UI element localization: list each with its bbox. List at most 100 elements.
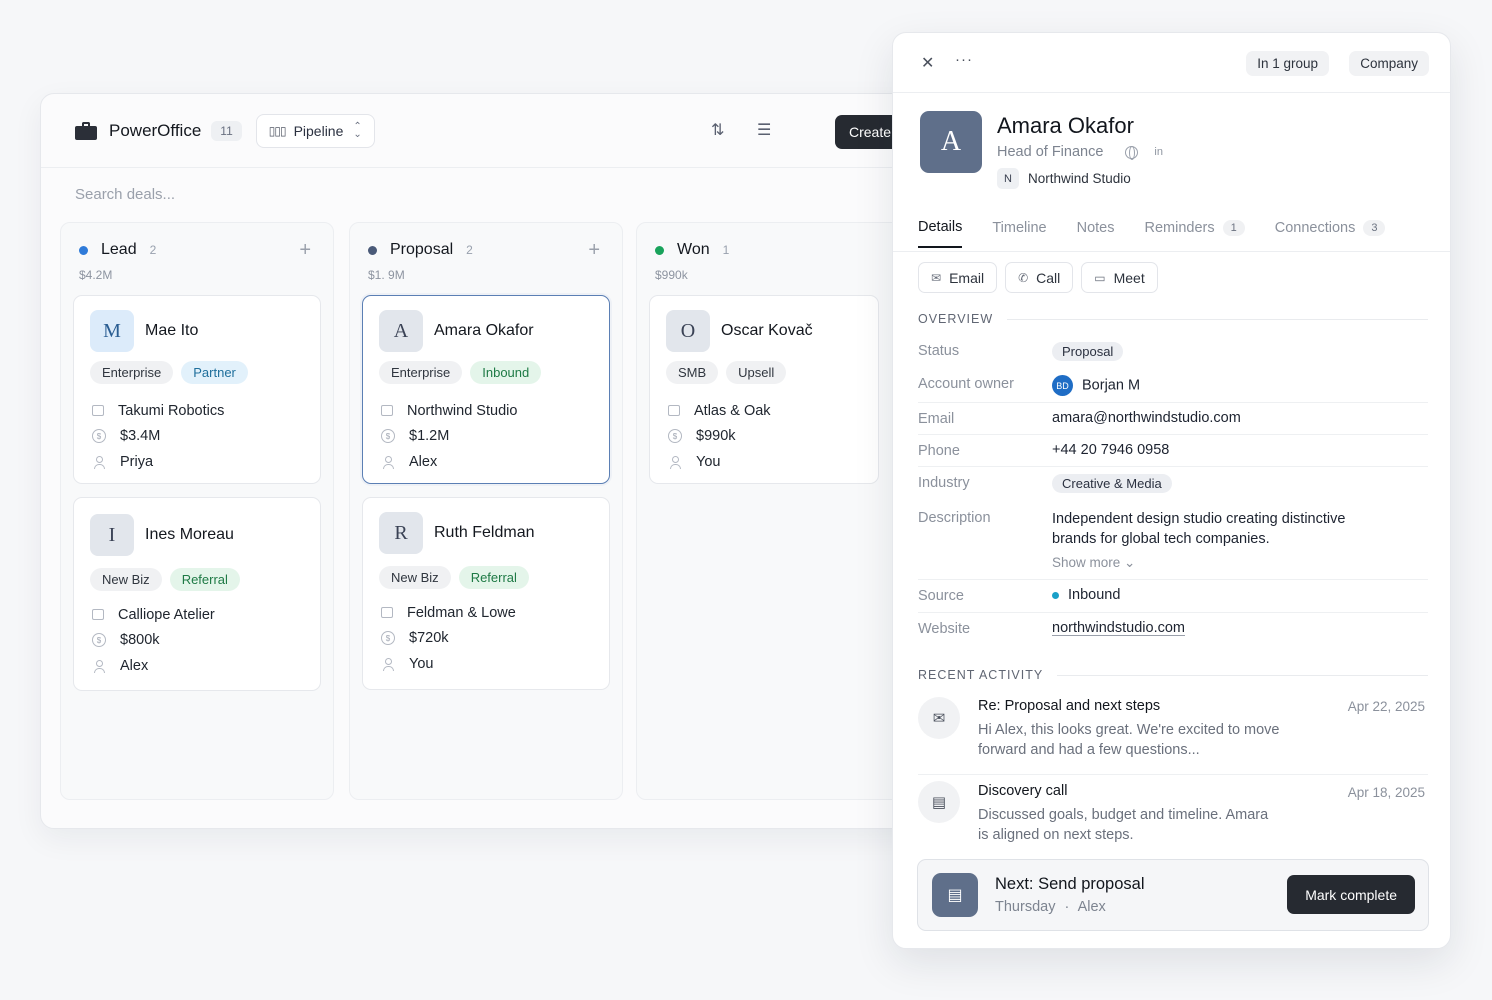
overview-heading: OVERVIEW [918,312,1428,326]
tab-connections[interactable]: Connections 3 [1275,219,1386,248]
call-button[interactable]: ✆ Call [1005,262,1074,293]
company-initial: N [997,168,1019,189]
field-label: Industry [918,475,970,491]
linkedin-icon[interactable]: in [1154,146,1163,158]
status-pill[interactable]: Proposal [1052,342,1124,361]
next-step-meta: Thursday · Alex [995,899,1106,915]
activity-title: Re: Proposal and next steps [978,698,1161,714]
board-topbar: PowerOffice 11 ▯▯▯ Pipeline ⌃ ⌄ ⇅ ☰ Creat… [41,94,919,168]
industry-pill[interactable]: Creative & Media [1052,474,1172,493]
dollar-icon: $ [92,633,106,648]
tag: New Biz [379,566,451,589]
search-deals-input[interactable]: Search deals... [75,186,175,203]
tab-divider [893,251,1450,252]
globe-icon[interactable] [1125,145,1139,160]
add-card-icon[interactable]: + [299,239,311,262]
person-icon [92,659,106,673]
tag: Referral [169,568,240,591]
building-icon [381,607,393,619]
account-owner[interactable]: BD Borjan M [1052,368,1428,396]
field-label: Email [918,411,955,427]
website-link[interactable]: northwindstudio.com [1052,613,1428,636]
meet-button[interactable]: ▭ Meet [1081,262,1158,293]
activity-title: Discovery call [978,783,1068,799]
tag: Enterprise [379,361,463,384]
contact-name: Amara Okafor [997,113,1134,138]
group-chip[interactable]: In 1 group [1246,51,1329,76]
tab-notes[interactable]: Notes [1077,219,1115,248]
deal-owner: Priya [120,453,154,470]
status-dot [655,245,664,255]
deal-contact-name: Ines Moreau [145,526,234,543]
deal-contact-name: Ruth Feldman [434,524,535,541]
dollar-icon: $ [381,429,395,444]
type-chip[interactable]: Company [1349,51,1429,76]
contact-detail-panel: ✕ ··· In 1 group Company A Amara Okafor … [892,32,1451,949]
column-count: 2 [466,243,473,257]
tab-timeline[interactable]: Timeline [992,219,1046,248]
status-dot [79,245,88,255]
activity-item[interactable]: ✉ Re: Proposal and next steps Apr 22, 20… [918,695,1428,775]
email-value[interactable]: amara@northwindstudio.com [1052,403,1428,426]
contact-avatar: A [920,111,982,173]
column-won: Won 1 $990k O Oscar Kovač SMB Upsell Atl… [636,222,919,800]
dollar-icon: $ [381,631,395,646]
column-lead: Lead 2 + $4.2M M Mae Ito Enterprise Part… [60,222,334,800]
contact-company[interactable]: N Northwind Studio [997,168,1131,189]
tag: Enterprise [90,361,174,384]
phone-value[interactable]: +44 20 7946 0958 [1052,435,1428,458]
kanban-icon: ▯▯▯ [268,123,287,138]
tag: Upsell [726,361,787,384]
avatar: A [379,310,423,352]
deal-card-selected[interactable]: A Amara Okafor Enterprise Inbound Northw… [362,295,610,484]
deal-amount: $1.2M [409,428,450,445]
email-button[interactable]: ✉ Email [918,262,998,293]
owner-avatar: BD [1052,375,1073,396]
next-step-title: Next: Send proposal [995,875,1145,893]
company-name: Northwind Studio [1028,171,1131,186]
tab-badge: 3 [1363,220,1386,236]
deal-owner: You [696,453,721,470]
description-text: Independent design studio creating disti… [1052,511,1346,527]
field-label: Source [918,588,964,604]
deal-company: Atlas & Oak [694,402,771,419]
deal-owner: You [409,655,434,672]
column-total: $990k [655,268,688,282]
avatar: O [666,310,710,352]
deal-contact-name: Oscar Kovač [721,322,813,339]
sort-icon[interactable]: ⇅ [711,120,724,140]
avatar: R [379,512,423,554]
person-icon [381,455,395,469]
mark-complete-button[interactable]: Mark complete [1287,875,1415,914]
field-label: Phone [918,443,960,459]
column-count: 2 [149,243,157,257]
deal-card[interactable]: M Mae Ito Enterprise Partner Takumi Robo… [73,295,321,484]
column-title: Proposal [390,241,454,258]
activity-date: Apr 22, 2025 [1347,699,1425,714]
deal-card[interactable]: I Ines Moreau New Biz Referral Calliope … [73,497,321,691]
field-label: Description [918,510,991,526]
source-value: Inbound [1052,580,1428,603]
avatar: M [90,310,134,352]
deal-card[interactable]: R Ruth Feldman New Biz Referral Feldman … [362,497,610,690]
tab-details[interactable]: Details [918,219,963,248]
show-more-link[interactable]: Show more ⌄ [1052,553,1428,573]
add-card-icon[interactable]: + [588,239,600,262]
activity-item[interactable]: ▤ Discovery call Apr 18, 2025 Discussed … [918,779,1428,849]
description-text: brands for global tech companies. [1052,531,1270,547]
view-select[interactable]: ▯▯▯ Pipeline ⌃ ⌄ [255,113,375,148]
activity-body: Discussed goals, budget and timeline. Am… [978,807,1269,843]
close-icon[interactable]: ✕ [921,53,934,73]
avatar: I [90,514,134,556]
tab-reminders[interactable]: Reminders 1 [1144,219,1245,248]
deal-amount: $720k [409,630,449,647]
recent-activity-heading: RECENT ACTIVITY [918,668,1428,682]
deal-card[interactable]: O Oscar Kovač SMB Upsell Atlas & Oak $ $9… [649,295,879,484]
building-icon [381,405,393,417]
pipeline-board: PowerOffice 11 ▯▯▯ Pipeline ⌃ ⌄ ⇅ ☰ Creat… [40,93,920,829]
deal-company: Calliope Atelier [118,606,215,623]
panel-header: ✕ ··· In 1 group Company [893,33,1450,93]
filter-icon[interactable]: ☰ [757,120,771,140]
more-options-icon[interactable]: ··· [955,51,973,68]
mail-icon: ✉ [931,270,942,285]
